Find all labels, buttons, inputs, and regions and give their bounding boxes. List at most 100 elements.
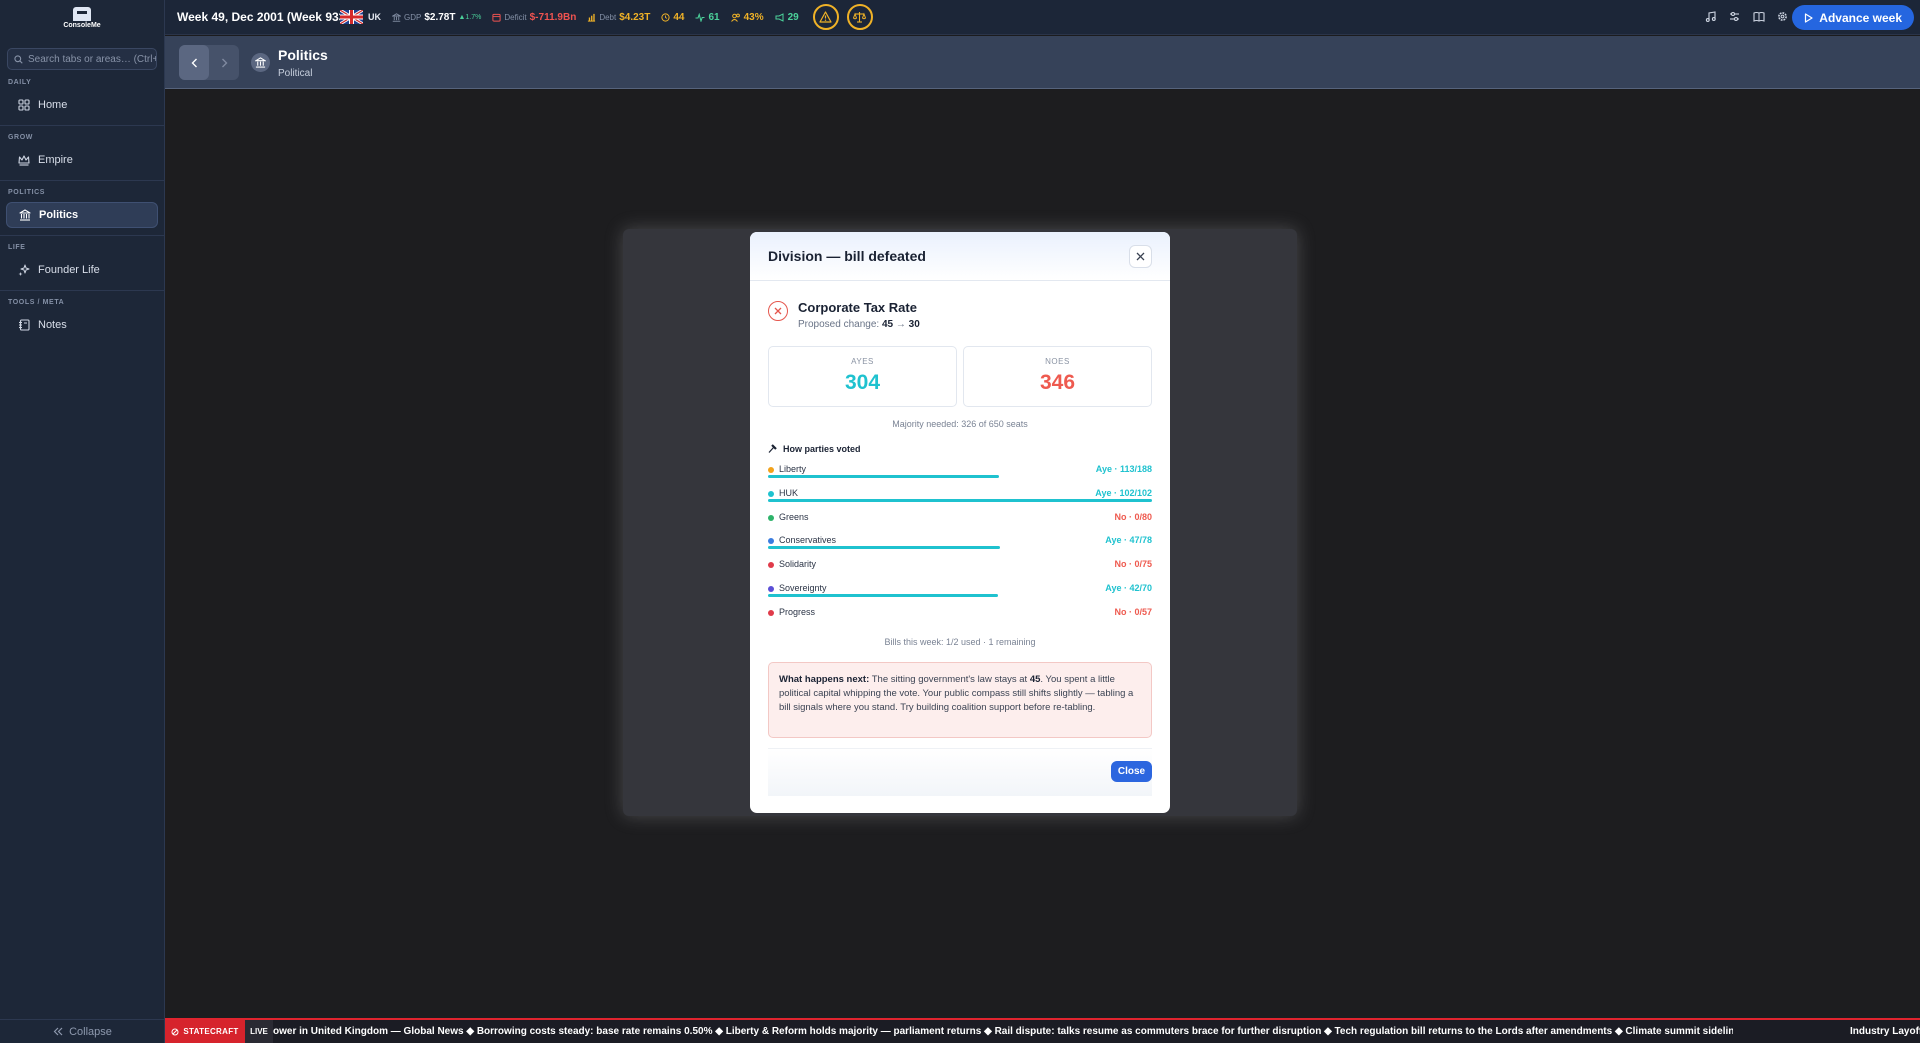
parties-heading-label: How parties voted [783, 444, 861, 454]
ticker-next-headline: Industry Layoffs [1850, 1026, 1920, 1037]
parties-heading: How parties voted [768, 444, 861, 454]
party-color-dot [768, 467, 774, 473]
uk-flag-icon [340, 10, 363, 24]
news-ticker: STATECRAFT LIVE ower in United Kingdom —… [165, 1018, 1920, 1043]
page-title: Politics [278, 47, 328, 63]
calendar-icon [492, 13, 501, 22]
sidebar-item-empire[interactable]: Empire [6, 147, 158, 173]
party-row: HUK Aye · 102/102 [768, 488, 1152, 508]
week-indicator: Week 49, Dec 2001 (Week 933) [177, 10, 350, 24]
nav-heading: LIFE [8, 244, 26, 251]
next-steps-notice: What happens next: The sitting governmen… [768, 662, 1152, 738]
debt-stat[interactable]: Debt $4.23T [587, 12, 650, 23]
party-name: Sovereignty [779, 583, 827, 593]
party-result: No · 0/57 [1114, 607, 1152, 617]
warning-button[interactable] [812, 4, 839, 30]
grid-icon [18, 99, 30, 111]
sidebar-item-home[interactable]: Home [6, 92, 158, 118]
chevron-right-icon [221, 58, 227, 67]
modal-title: Division — bill defeated [768, 248, 926, 264]
nav-heading: DAILY [8, 79, 32, 86]
search-input[interactable] [28, 53, 156, 65]
bank-icon [19, 209, 31, 221]
party-color-dot [768, 491, 774, 497]
history-nav [179, 45, 239, 80]
search-box[interactable] [7, 48, 157, 70]
country-code: UK [368, 12, 381, 22]
sidebar-item-label: Politics [39, 209, 79, 221]
forward-button[interactable] [209, 45, 239, 80]
voice-value: 29 [787, 11, 799, 23]
support-stat[interactable]: 43% [730, 11, 764, 23]
party-row: Sovereignty Aye · 42/70 [768, 583, 1152, 603]
ayes-count: 304 [844, 371, 881, 394]
logo-text: ConsoleMe [63, 21, 101, 29]
approval-value: 44 [673, 11, 685, 23]
modal-header: Division — bill defeated [750, 232, 1170, 281]
settings-button[interactable] [1775, 8, 1790, 25]
scales-button[interactable] [846, 4, 873, 30]
sidebar-item-label: Home [38, 99, 68, 111]
advance-week-label: Advance week [1819, 10, 1902, 25]
party-result: Aye · 113/188 [1095, 464, 1152, 474]
play-icon [1805, 12, 1813, 23]
nav-heading: POLITICS [8, 189, 46, 196]
gdp-value: $2.78T [424, 11, 456, 23]
sliders-button[interactable] [1727, 8, 1742, 25]
next-steps-value: 45 [1029, 674, 1041, 685]
party-result: Aye · 102/102 [1095, 488, 1152, 498]
party-name: Solidarity [779, 559, 817, 569]
chevron-left-icon [191, 58, 197, 67]
party-name: Progress [779, 607, 816, 617]
ticker-headlines: ower in United Kingdom — Global News ◆ B… [273, 1026, 1733, 1037]
party-result: Aye · 47/78 [1105, 535, 1152, 545]
sparkles-icon [18, 264, 30, 276]
deficit-stat[interactable]: Deficit $-711.9Bn [492, 12, 576, 23]
book-button[interactable] [1751, 8, 1766, 25]
page-header: Politics Political [165, 36, 1920, 89]
approval-stat[interactable]: 44 [661, 12, 684, 23]
voice-stat[interactable]: 29 [775, 12, 799, 23]
back-button[interactable] [179, 45, 209, 80]
sliders-icon [1730, 11, 1739, 22]
top-bar: Week 49, Dec 2001 (Week 933) UK GDP $2.7… [165, 0, 1920, 35]
next-steps-text-1: The sitting government's law stays at [871, 674, 1028, 685]
ticker-brand[interactable]: STATECRAFT [165, 1020, 245, 1043]
nav-section-daily: DAILY Home [0, 70, 164, 126]
close-icon [1136, 252, 1145, 261]
party-vote-bar [768, 546, 1000, 549]
music-button[interactable] [1703, 8, 1718, 25]
party-color-dot [768, 610, 774, 616]
collapse-button[interactable]: Collapse [0, 1019, 165, 1043]
advance-week-button[interactable]: Advance week [1792, 5, 1914, 30]
noes-box: NOES 346 [963, 346, 1152, 407]
support-value: 43% [743, 11, 764, 23]
logo-icon [73, 6, 91, 21]
deficit-label: Deficit [504, 12, 527, 22]
party-result: No · 0/75 [1114, 559, 1152, 569]
nav-heading: TOOLS / META [8, 299, 65, 306]
party-color-dot [768, 515, 774, 521]
nav-heading: GROW [8, 134, 33, 141]
party-row: Solidarity No · 0/75 [768, 559, 1152, 579]
megaphone-icon [775, 12, 784, 22]
momentum-stat[interactable]: 61 [695, 12, 720, 23]
majority-needed: Majority needed: 326 of 650 seats [892, 419, 1028, 429]
gdp-delta: ▲1.7% [458, 13, 482, 21]
bills-this-week: Bills this week: 1/2 used · 1 remaining [884, 637, 1036, 647]
sidebar-item-politics[interactable]: Politics [6, 202, 158, 228]
clock-icon [661, 12, 670, 22]
party-vote-bar [768, 475, 999, 478]
gdp-stat[interactable]: GDP $2.78T ▲1.7% [392, 12, 481, 23]
sidebar-item-label: Founder Life [38, 264, 100, 276]
sidebar-item-notes[interactable]: Notes [6, 312, 158, 338]
warning-icon [819, 11, 832, 23]
modal-close-button[interactable] [1129, 245, 1152, 268]
close-button[interactable]: Close [1111, 761, 1152, 782]
toolbar-icons [1703, 8, 1790, 25]
party-name: Conservatives [779, 535, 837, 545]
sidebar-item-label: Empire [38, 154, 73, 166]
bill-summary: Corporate Tax Rate Proposed change: 45 →… [768, 300, 920, 330]
app-logo[interactable]: ConsoleMe [0, 0, 164, 35]
sidebar-item-founder-life[interactable]: Founder Life [6, 257, 158, 283]
